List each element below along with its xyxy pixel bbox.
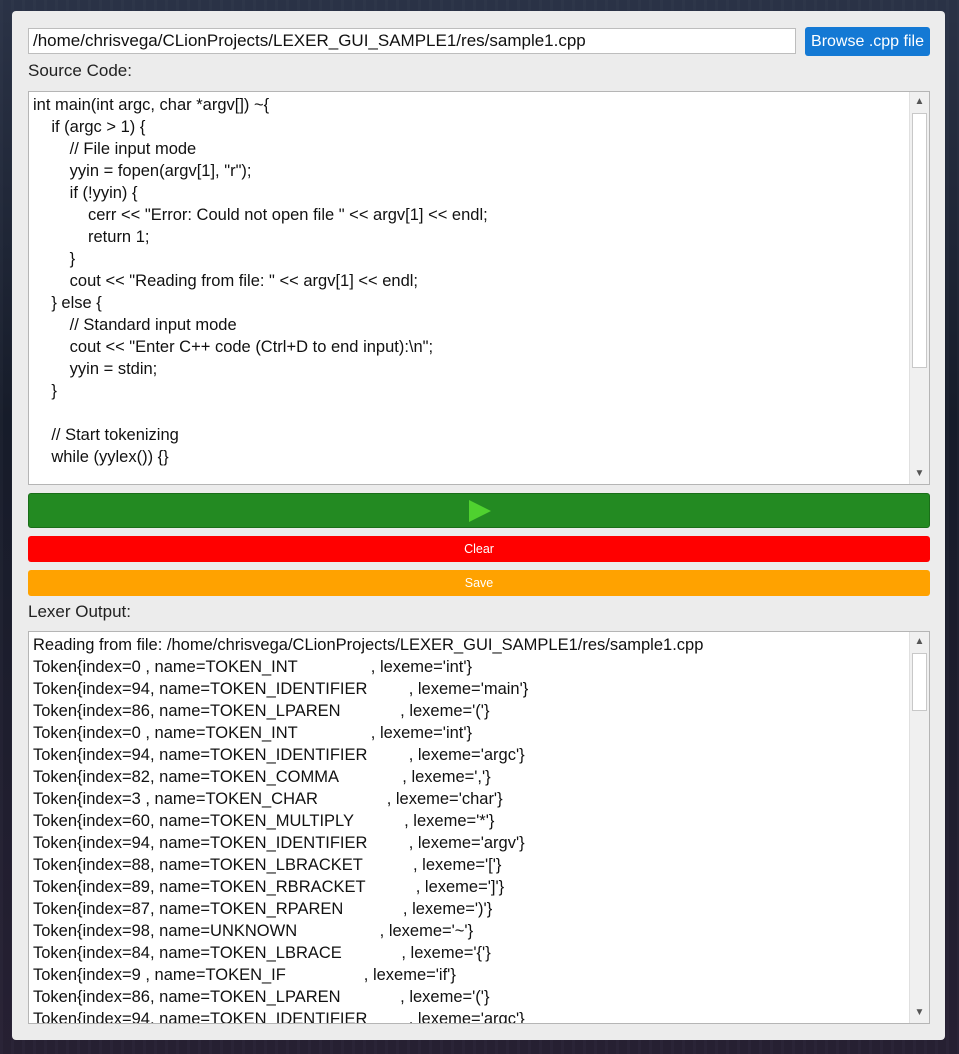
lexer-window: Browse .cpp file Source Code: int main(i… [12,11,945,1040]
scroll-down-arrow-icon[interactable]: ▼ [910,464,929,484]
scroll-down-arrow-icon[interactable]: ▼ [910,1003,929,1023]
scroll-up-arrow-icon[interactable]: ▲ [910,632,929,652]
file-path-input[interactable] [28,28,796,54]
clear-button[interactable]: Clear [28,536,930,562]
play-icon [469,500,491,522]
source-scrollbar-thumb[interactable] [912,113,927,368]
source-scrollbar[interactable]: ▲ ▼ [909,92,929,484]
scroll-up-arrow-icon[interactable]: ▲ [910,92,929,112]
save-button[interactable]: Save [28,570,930,596]
run-button[interactable] [28,493,930,528]
source-code-editor[interactable]: int main(int argc, char *argv[]) ~{ if (… [28,91,930,485]
lexer-output-label: Lexer Output: [28,602,132,621]
output-scrollbar-thumb[interactable] [912,653,927,711]
source-code-text[interactable]: int main(int argc, char *argv[]) ~{ if (… [33,94,907,468]
output-scrollbar[interactable]: ▲ ▼ [909,632,929,1023]
lexer-output-text[interactable]: Reading from file: /home/chrisvega/CLion… [33,634,907,1023]
source-code-label: Source Code: [28,61,132,80]
browse-button[interactable]: Browse .cpp file [805,27,930,56]
lexer-output-area[interactable]: Reading from file: /home/chrisvega/CLion… [28,631,930,1024]
